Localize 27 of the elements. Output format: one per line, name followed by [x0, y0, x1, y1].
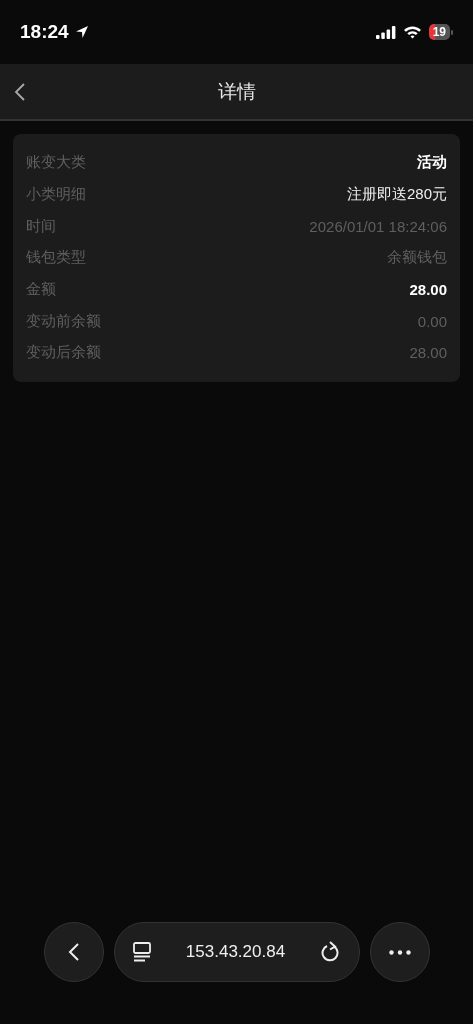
address-text: 153.43.20.84	[184, 942, 287, 962]
detail-value: 活动	[417, 153, 447, 173]
detail-label: 小类明细	[26, 185, 86, 205]
back-button[interactable]	[12, 81, 28, 103]
detail-value: 28.00	[409, 344, 447, 362]
back-chevron-icon	[67, 942, 80, 962]
signal-icon	[375, 25, 396, 39]
address-bar[interactable]: 153.43.20.84	[113, 922, 360, 982]
page-menu-icon	[132, 942, 151, 962]
more-icon	[388, 949, 411, 955]
clock-time: 18:24	[20, 21, 69, 43]
detail-label: 钱包类型	[26, 248, 86, 268]
detail-value: 注册即送280元	[346, 185, 447, 205]
detail-label: 变动前余额	[26, 311, 101, 331]
reload-icon	[320, 941, 341, 963]
detail-label: 金额	[26, 280, 56, 300]
page-title: 详情	[217, 79, 256, 104]
detail-value: 余额钱包	[387, 248, 447, 268]
back-chevron-icon	[14, 83, 26, 101]
wifi-icon	[402, 25, 422, 39]
detail-label: 账变大类	[26, 153, 86, 173]
detail-value: 0.00	[417, 312, 447, 330]
detail-value: 2026/01/01 18:24:06	[309, 217, 447, 235]
location-arrow-icon	[74, 25, 89, 39]
detail-label: 时间	[26, 216, 56, 236]
detail-value: 28.00	[409, 281, 447, 299]
detail-label: 变动后余额	[26, 343, 101, 363]
